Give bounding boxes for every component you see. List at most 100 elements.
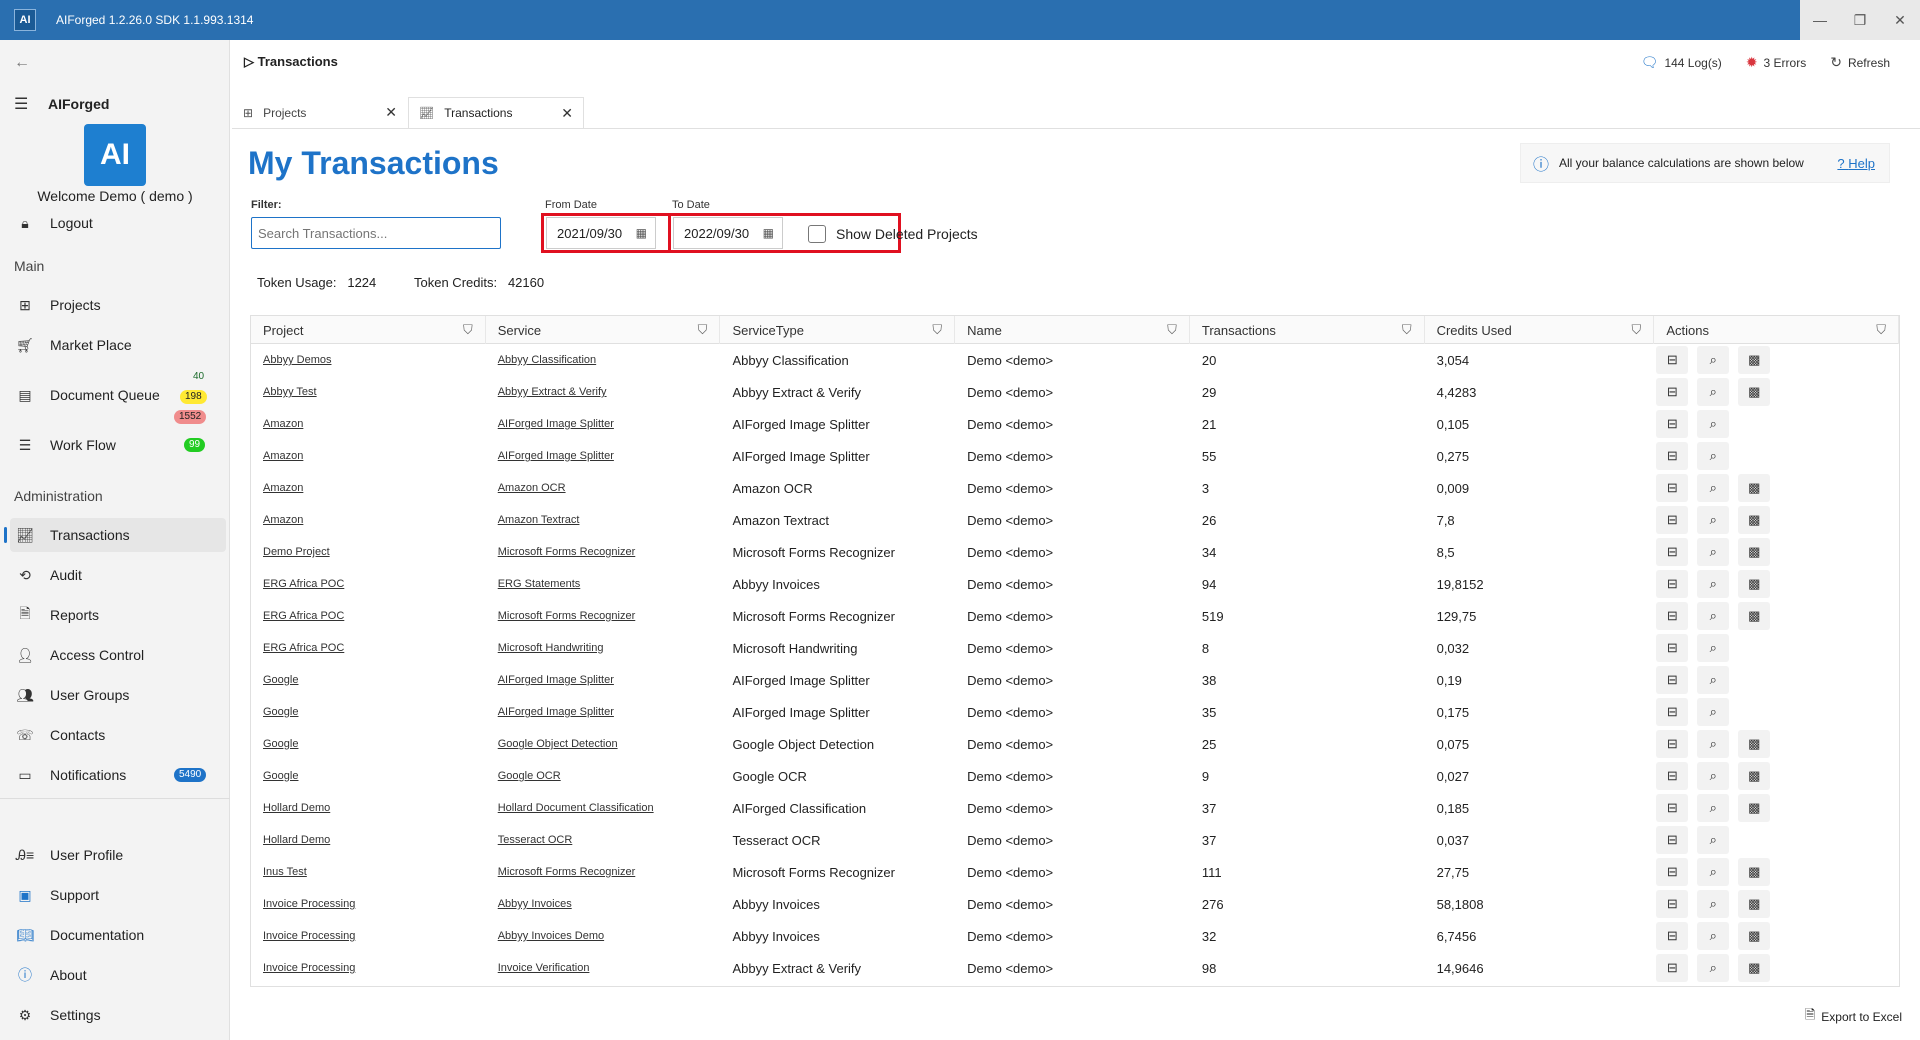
table-cell-link[interactable]: Amazon	[251, 408, 486, 440]
cost-settings-icon[interactable]: ▩	[1738, 858, 1771, 886]
cost-settings-icon[interactable]: ▩	[1738, 506, 1771, 534]
close-icon[interactable]: ✕	[385, 104, 397, 121]
search-list-icon[interactable]: ⌕	[1697, 410, 1730, 438]
cost-settings-icon[interactable]: ▩	[1738, 538, 1771, 566]
to-date-picker[interactable]: 2022/09/30 ▦	[673, 217, 783, 249]
table-cell-link[interactable]: Abbyy Extract & Verify	[486, 376, 721, 408]
search-list-icon[interactable]: ⌕	[1697, 922, 1730, 950]
minimize-button[interactable]: —	[1800, 0, 1840, 40]
view-details-icon[interactable]: ⊟	[1656, 602, 1689, 630]
show-deleted-checkbox[interactable]	[808, 225, 826, 243]
table-cell-link[interactable]: ERG Africa POC	[251, 568, 486, 600]
cost-settings-icon[interactable]: ▩	[1738, 378, 1771, 406]
view-details-icon[interactable]: ⊟	[1656, 634, 1689, 662]
view-details-icon[interactable]: ⊟	[1656, 346, 1689, 374]
table-cell-link[interactable]: ERG Africa POC	[251, 632, 486, 664]
search-list-icon[interactable]: ⌕	[1697, 474, 1730, 502]
sidebar-item-logout[interactable]: 🔒︎ Logout	[10, 206, 226, 240]
table-cell-link[interactable]: Amazon OCR	[486, 472, 721, 504]
column-header[interactable]: ServiceType ⛉	[720, 316, 956, 344]
table-cell-link[interactable]: Invoice Processing	[251, 952, 486, 984]
table-cell-link[interactable]: Abbyy Demos	[251, 344, 486, 376]
help-link[interactable]: ? Help	[1837, 156, 1875, 171]
search-list-icon[interactable]: ⌕	[1697, 346, 1730, 374]
table-cell-link[interactable]: Google Object Detection	[486, 728, 721, 760]
search-list-icon[interactable]: ⌕	[1697, 506, 1730, 534]
sidebar-item-reports[interactable]: 🗎︎ Reports	[10, 598, 226, 632]
view-details-icon[interactable]: ⊟	[1656, 858, 1689, 886]
table-cell-link[interactable]: Hollard Demo	[251, 824, 486, 856]
table-cell-link[interactable]: Microsoft Handwriting	[486, 632, 721, 664]
table-cell-link[interactable]: Abbyy Invoices	[486, 888, 721, 920]
cost-settings-icon[interactable]: ▩	[1738, 730, 1771, 758]
expand-arrow-icon[interactable]: ▷	[244, 54, 254, 69]
view-details-icon[interactable]: ⊟	[1656, 442, 1689, 470]
filter-icon[interactable]: ⛉	[1632, 322, 1642, 338]
view-details-icon[interactable]: ⊟	[1656, 794, 1689, 822]
table-cell-link[interactable]: Abbyy Classification	[486, 344, 721, 376]
table-cell-link[interactable]: Google OCR	[486, 760, 721, 792]
search-list-icon[interactable]: ⌕	[1697, 794, 1730, 822]
table-cell-link[interactable]: AIForged Image Splitter	[486, 664, 721, 696]
filter-icon[interactable]: ⛉	[1167, 322, 1177, 338]
export-excel-button[interactable]: 🗎︎ Export to Excel	[1805, 1006, 1902, 1028]
table-cell-link[interactable]: Invoice Verification	[486, 952, 721, 984]
table-cell-link[interactable]: Google	[251, 664, 486, 696]
search-list-icon[interactable]: ⌕	[1697, 954, 1730, 982]
sidebar-item-user-groups[interactable]: 👥︎ User Groups	[10, 678, 226, 712]
table-cell-link[interactable]: AIForged Image Splitter	[486, 696, 721, 728]
search-list-icon[interactable]: ⌕	[1697, 538, 1730, 566]
table-cell-link[interactable]: AIForged Image Splitter	[486, 408, 721, 440]
filter-icon[interactable]: ⛉	[1876, 322, 1886, 338]
column-header[interactable]: Actions ⛉	[1654, 316, 1900, 344]
search-list-icon[interactable]: ⌕	[1697, 858, 1730, 886]
table-cell-link[interactable]: Tesseract OCR	[486, 824, 721, 856]
table-cell-link[interactable]: Google	[251, 728, 486, 760]
table-cell-link[interactable]: Microsoft Forms Recognizer	[486, 536, 721, 568]
search-list-icon[interactable]: ⌕	[1697, 602, 1730, 630]
table-cell-link[interactable]: Invoice Processing	[251, 888, 486, 920]
search-list-icon[interactable]: ⌕	[1697, 826, 1730, 854]
table-cell-link[interactable]: Amazon	[251, 440, 486, 472]
table-cell-link[interactable]: Hollard Demo	[251, 792, 486, 824]
sidebar-item-settings[interactable]: ⚙ Settings	[10, 998, 226, 1032]
sidebar-item-user-profile[interactable]: Ꭿ≡ User Profile	[10, 838, 226, 872]
cost-settings-icon[interactable]: ▩	[1738, 474, 1771, 502]
table-cell-link[interactable]: Google	[251, 760, 486, 792]
sidebar-item-support[interactable]: ▣ Support	[10, 878, 226, 912]
view-details-icon[interactable]: ⊟	[1656, 730, 1689, 758]
search-list-icon[interactable]: ⌕	[1697, 634, 1730, 662]
table-cell-link[interactable]: ERG Statements	[486, 568, 721, 600]
back-arrow-icon[interactable]: ←	[14, 54, 30, 72]
cost-settings-icon[interactable]: ▩	[1738, 570, 1771, 598]
column-header[interactable]: Name ⛉	[955, 316, 1190, 344]
view-details-icon[interactable]: ⊟	[1656, 410, 1689, 438]
table-cell-link[interactable]: Inus Test	[251, 856, 486, 888]
filter-icon[interactable]: ⛉	[932, 322, 942, 338]
sidebar-item-documentation[interactable]: 📖︎ Documentation	[10, 918, 226, 952]
tab-transactions[interactable]: 📈︎ Transactions ✕	[408, 97, 584, 128]
cost-settings-icon[interactable]: ▩	[1738, 954, 1771, 982]
filter-icon[interactable]: ⛉	[463, 322, 473, 338]
logs-button[interactable]: 🗨︎ 144 Log(s)	[1641, 54, 1722, 71]
sidebar-item-market-place[interactable]: 🛒︎ Market Place	[10, 328, 226, 362]
search-list-icon[interactable]: ⌕	[1697, 442, 1730, 470]
from-date-picker[interactable]: 2021/09/30 ▦	[546, 217, 656, 249]
view-details-icon[interactable]: ⊟	[1656, 826, 1689, 854]
sidebar-item-transactions[interactable]: 📈︎ Transactions	[4, 518, 226, 552]
view-details-icon[interactable]: ⊟	[1656, 474, 1689, 502]
view-details-icon[interactable]: ⊟	[1656, 538, 1689, 566]
sidebar-item-access-control[interactable]: 👤︎ Access Control	[10, 638, 226, 672]
tab-projects[interactable]: ⊞ Projects ✕	[232, 97, 408, 128]
close-button[interactable]: ✕	[1880, 0, 1920, 40]
cost-settings-icon[interactable]: ▩	[1738, 890, 1771, 918]
view-details-icon[interactable]: ⊟	[1656, 890, 1689, 918]
search-list-icon[interactable]: ⌕	[1697, 666, 1730, 694]
hamburger-menu-icon[interactable]: ☰	[14, 94, 28, 114]
view-details-icon[interactable]: ⊟	[1656, 698, 1689, 726]
cost-settings-icon[interactable]: ▩	[1738, 762, 1771, 790]
column-header[interactable]: Project ⛉	[251, 316, 486, 344]
view-details-icon[interactable]: ⊟	[1656, 954, 1689, 982]
search-list-icon[interactable]: ⌕	[1697, 890, 1730, 918]
table-cell-link[interactable]: Abbyy Test	[251, 376, 486, 408]
